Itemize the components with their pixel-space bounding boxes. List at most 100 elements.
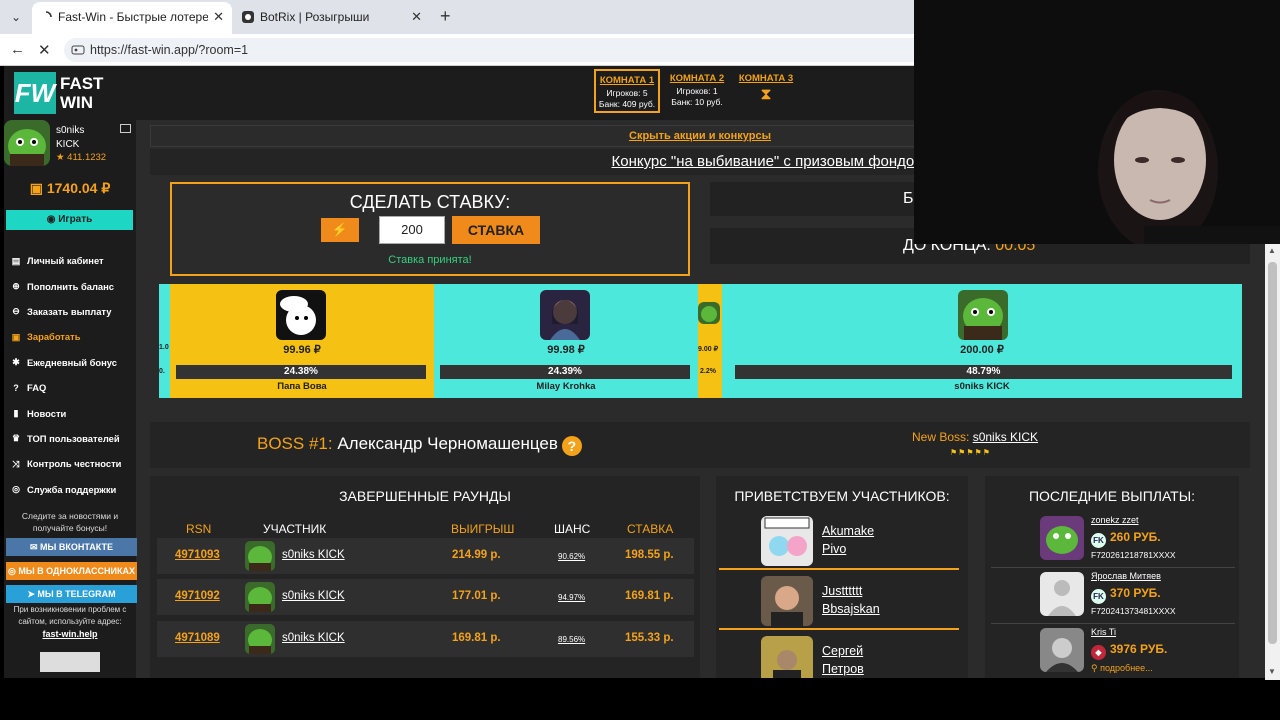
site-info-icon[interactable] <box>71 43 85 57</box>
payout-user[interactable]: Ярослав Митяев <box>1091 571 1161 581</box>
sidebar-item-withdraw[interactable]: ⊖ Заказать выплату <box>10 299 136 324</box>
new-boss-label: New Boss: <box>912 430 970 444</box>
bet-amount-input[interactable]: 200 <box>379 216 445 244</box>
back-arrow-icon[interactable]: ← <box>10 41 25 58</box>
column-header: ШАНС <box>554 522 591 536</box>
user-rating: ★ 411.1232 <box>56 152 107 163</box>
loading-spinner-icon <box>45 11 52 18</box>
payout-avatar <box>1040 628 1084 672</box>
user-icon: ▤ <box>11 255 21 266</box>
sidebar-item-news[interactable]: ▮ Новости <box>10 400 136 425</box>
telegram-button[interactable]: ➤ МЫ В TELEGRAM <box>6 585 137 603</box>
close-tab-icon[interactable]: ✕ <box>411 2 422 32</box>
tab-botrix[interactable]: BotRix | Розыгрыши ✕ <box>234 2 430 34</box>
round-id-link[interactable]: 4971089 <box>175 632 220 644</box>
payouts-title: ПОСЛЕДНИЕ ВЫПЛАТЫ: <box>1028 488 1196 504</box>
table-row: 4971093 s0niks KICK 214.99 р. 90.62% 198… <box>157 538 694 574</box>
round-win: 214.99 р. <box>452 549 501 561</box>
player-avatar <box>958 290 1008 340</box>
sidebar-item-label: Служба поддержки <box>27 483 117 495</box>
sidebar-item-earn[interactable]: ▣ Заработать <box>10 324 136 349</box>
room-2-tab[interactable]: КОМНАТА 2 Игроков: 1 Банк: 10 руб. <box>664 69 730 113</box>
stop-loading-icon[interactable]: ✕ <box>38 41 51 59</box>
scroll-down-icon[interactable]: ▼ <box>1268 667 1276 676</box>
vk-button[interactable]: ✉ МЫ ВКОНТАКТЕ <box>6 538 137 556</box>
user-balance: ▣ 1740.04 ₽ <box>4 180 136 197</box>
new-boss-name[interactable]: s0niks KICK <box>973 430 1038 444</box>
sidebar-item-deposit[interactable]: ⊕ Пополнить баланс <box>10 273 136 298</box>
mini-avatar <box>698 302 720 324</box>
payout-code: F720241373481XXXX <box>1091 606 1176 616</box>
room-3-tab[interactable]: КОМНАТА 3 ⧗ <box>733 69 799 113</box>
quick-bet-button[interactable]: ⚡ <box>321 218 359 242</box>
play-button[interactable]: ◉ Играть <box>6 210 133 230</box>
scroll-up-icon[interactable]: ▲ <box>1268 246 1276 255</box>
payout-user[interactable]: Kris Ti <box>1091 627 1116 637</box>
player-chance-bar: 48.79% <box>735 365 1232 379</box>
telegram-label: МЫ В TELEGRAM <box>37 589 116 599</box>
help-link[interactable]: fast-win.help <box>10 628 130 640</box>
rounds-title: ЗАВЕРШЕННЫЕ РАУНДЫ <box>339 488 511 504</box>
logo-line-2: WIN <box>60 93 94 112</box>
strip-segment-player-1: 99.96 ₽ 24.38% Папа Вова <box>170 284 434 398</box>
page-scrollbar[interactable]: ▲ ▼ <box>1265 244 1280 680</box>
fk-icon: FK <box>1091 533 1106 548</box>
sidebar-item-profile[interactable]: ▤ Личный кабинет <box>10 248 136 273</box>
round-win: 177.01 р. <box>452 590 501 602</box>
round-chance: 89.56% <box>558 635 586 644</box>
close-tab-icon[interactable]: ✕ <box>213 2 224 32</box>
payout-user[interactable]: zonekz zzet <box>1091 515 1139 525</box>
question-icon: ? <box>13 382 19 393</box>
tab-title: BotRix | Розыгрыши <box>260 10 370 24</box>
tab-list-dropdown-icon[interactable]: ⌄ <box>4 6 28 28</box>
round-stake: 169.81 р. <box>625 590 674 602</box>
scrollbar-thumb[interactable] <box>1268 262 1277 644</box>
welcome-participants-panel: ПРИВЕТСТВУЕМ УЧАСТНИКОВ: Akumake Pivo Jus… <box>716 476 968 678</box>
sidebar-item-faq[interactable]: ? FAQ <box>10 375 136 400</box>
tab-fast-win[interactable]: Fast-Win - Быстрые лотереи! Ком ✕ <box>32 2 232 34</box>
room-bank: Банк: 409 руб. <box>598 99 656 109</box>
player-chance-bar: 24.38% <box>176 365 426 379</box>
sidebar-item-top-users[interactable]: ♛ ТОП пользователей <box>10 426 136 451</box>
room-1-tab[interactable]: КОМНАТА 1 Игроков: 5 Банк: 409 руб. <box>594 69 660 113</box>
telegram-icon: ➤ <box>27 589 38 599</box>
bet-status: Ставка принята! <box>388 254 472 266</box>
screen: ⌄ Fast-Win - Быстрые лотереи! Ком ✕ BotR… <box>0 0 1280 720</box>
user-avatar[interactable] <box>4 120 50 166</box>
profile-card-icon[interactable] <box>120 124 131 133</box>
counter-badge[interactable] <box>40 652 100 672</box>
ok-button[interactable]: ◎ МЫ В ОДНОКЛАССНИКАХ <box>6 562 137 580</box>
payout-details-link[interactable]: ⚲ подробнее... <box>1091 663 1153 674</box>
participant-name[interactable]: s0niks KICK <box>282 590 345 602</box>
participant-name[interactable]: s0niks KICK <box>282 632 345 644</box>
participants-strip: 1.0 0. 99.96 ₽ 24.38% Папа Вова 99.98 ₽ … <box>159 284 1242 398</box>
new-tab-button[interactable]: + <box>440 6 460 28</box>
place-bet-button[interactable]: СТАВКА <box>452 216 540 244</box>
room-name: КОМНАТА 1 <box>599 75 655 86</box>
participant-name: Justttttt Bbsajskan <box>822 582 880 618</box>
name-line-2: Петров <box>822 662 864 676</box>
list-item[interactable]: Сергей Петров <box>719 632 959 678</box>
round-id-link[interactable]: 4971092 <box>175 590 220 602</box>
list-item[interactable]: Justttttt Bbsajskan <box>719 572 959 630</box>
player-avatar <box>276 290 326 340</box>
fast-win-logo[interactable]: FW FAST WIN <box>14 72 114 114</box>
url-text: https://fast-win.app/?room=1 <box>90 43 249 57</box>
participant-name[interactable]: s0niks KICK <box>282 549 345 561</box>
user-name[interactable]: s0niks KICK <box>56 124 84 152</box>
bookmark-icon: ▮ <box>13 408 19 419</box>
sidebar-item-fairness[interactable]: ⤨ Контроль честности <box>10 451 136 476</box>
player-chance-bar: 24.39% <box>440 365 690 379</box>
participant-avatar <box>761 576 813 626</box>
payout-amount: ◆ 3976 РУБ. <box>1091 642 1167 660</box>
support-icon: ◎ <box>12 484 20 495</box>
list-item[interactable]: Akumake Pivo <box>719 512 959 570</box>
sidebar-item-daily-bonus[interactable]: ✱ Ежедневный бонус <box>10 350 136 375</box>
round-id-link[interactable]: 4971093 <box>175 549 220 561</box>
sidebar-item-support[interactable]: ◎ Служба поддержки <box>10 477 136 502</box>
sidebar-item-label: Ежедневный бонус <box>27 356 117 368</box>
question-icon[interactable]: ? <box>561 436 582 456</box>
name-line-2: Pivo <box>822 542 847 556</box>
lightning-icon: ⚡ <box>331 222 349 237</box>
url-field[interactable]: https://fast-win.app/?room=1 <box>64 38 914 62</box>
